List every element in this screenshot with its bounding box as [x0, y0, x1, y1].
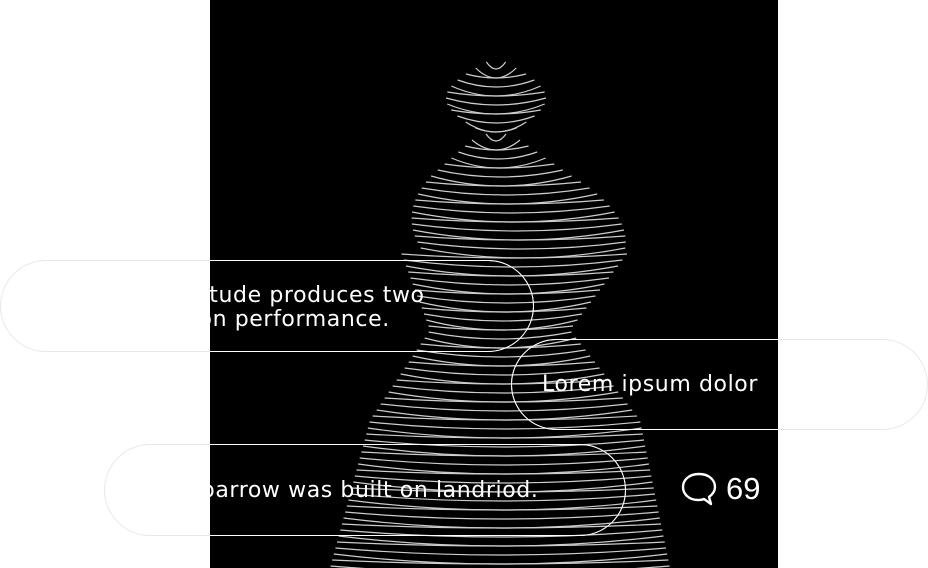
- page: High altitude produces two effects on pe…: [0, 0, 928, 568]
- card-1-line-1: High altitude produces two: [210, 283, 425, 308]
- comment-counter[interactable]: 69: [680, 468, 760, 510]
- card-2[interactable]: Lorem ipsum dolor: [511, 339, 778, 430]
- speech-bubble-icon: [681, 472, 717, 506]
- card-3-line-1: The long barrow was built on landriod.: [210, 478, 539, 503]
- comment-count: 69: [726, 471, 761, 506]
- card-3[interactable]: The long barrow was built on landriod.: [210, 444, 626, 536]
- card-overlay: Lorem ipsum dolor: [210, 339, 778, 430]
- card-2-line-1: Lorem ipsum dolor: [542, 372, 758, 397]
- card-1-line-2: effects on performance.: [210, 307, 390, 332]
